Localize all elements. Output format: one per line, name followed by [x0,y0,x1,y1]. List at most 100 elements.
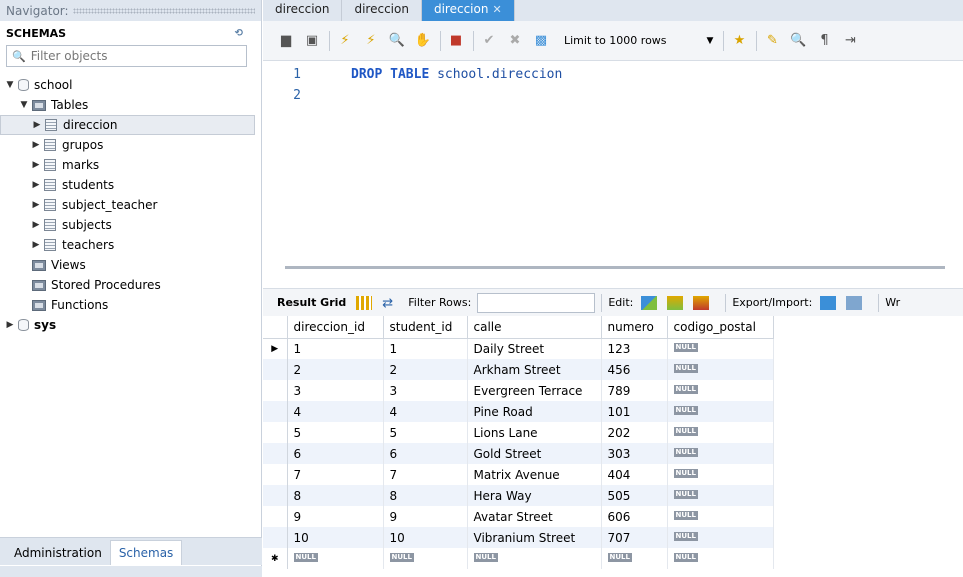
wrap-label[interactable]: Wr [885,296,900,309]
column-header[interactable]: student_id [383,316,468,339]
table-cell[interactable]: NULL [667,506,774,527]
expand-arrow-icon[interactable]: ▼ [4,80,16,90]
insert-row-icon[interactable] [667,295,684,310]
table-cell[interactable]: Arkham Street [467,359,602,380]
result-grid-label[interactable]: Result Grid [277,296,346,309]
table-cell[interactable]: 606 [601,506,668,527]
table-cell[interactable]: 123 [601,338,668,359]
expand-arrow-icon[interactable]: ▶ [30,220,42,230]
save-icon[interactable]: ▣ [303,32,321,50]
tree-node-sys[interactable]: ▶ sys [0,315,261,335]
table-cell[interactable]: NULL [383,548,468,569]
table-cell[interactable]: Hera Way [467,485,602,506]
wrap-icon[interactable]: ⇥ [841,32,859,50]
table-row[interactable]: 4 4 Pine Road 101 NULL [263,401,774,422]
expand-arrow-icon[interactable]: ▶ [30,240,42,250]
table-cell[interactable]: 10 [383,527,468,548]
table-cell[interactable]: NULL [287,548,384,569]
tab-administration[interactable]: Administration [6,541,110,565]
table-row[interactable]: 5 5 Lions Lane 202 NULL [263,422,774,443]
tree-node-table[interactable]: ▶ direccion [0,115,255,135]
table-cell[interactable]: 8 [383,485,468,506]
row-marker[interactable] [263,527,288,548]
table-cell[interactable]: 8 [287,485,384,506]
table-cell[interactable]: NULL [667,485,774,506]
table-cell[interactable]: 5 [383,422,468,443]
sql-editor[interactable]: 1 DROP TABLE school.direccion 2 [263,61,963,261]
close-icon[interactable]: ✕ [492,3,501,16]
result-grid[interactable]: direccion_id student_id calle numero cod… [263,316,963,577]
table-cell[interactable]: NULL [667,380,774,401]
tree-node-table[interactable]: ▶ teachers [0,235,261,255]
drag-handle[interactable] [72,7,255,14]
table-cell[interactable]: NULL [667,443,774,464]
rollback-icon[interactable]: ✖ [506,32,524,50]
editor-tab-active[interactable]: direccion ✕ [421,0,515,21]
table-cell[interactable]: 5 [287,422,384,443]
expand-arrow-icon[interactable]: ▶ [30,180,42,190]
table-cell[interactable]: Evergreen Terrace [467,380,602,401]
beautify-icon[interactable]: ✎ [763,32,781,50]
table-row[interactable]: 6 6 Gold Street 303 NULL [263,443,774,464]
row-marker[interactable] [263,464,288,485]
tree-node-procedures[interactable]: Stored Procedures [0,275,261,295]
explain-icon[interactable]: 🔍 [388,32,406,50]
table-row[interactable]: 7 7 Matrix Avenue 404 NULL [263,464,774,485]
column-header[interactable]: direccion_id [287,316,384,339]
new-row[interactable]: ✱ NULL NULL NULL NULL NULL [263,548,774,569]
table-cell[interactable]: NULL [667,401,774,422]
execute-current-icon[interactable]: ⚡ [362,32,380,50]
table-cell[interactable]: NULL [667,527,774,548]
table-row[interactable]: 9 9 Avatar Street 606 NULL [263,506,774,527]
table-cell[interactable]: 3 [287,380,384,401]
expand-arrow-icon[interactable]: ▶ [30,200,42,210]
row-marker[interactable] [263,422,288,443]
grid-view-icon[interactable] [356,295,373,310]
editor-tab[interactable]: direccion [263,0,343,21]
tree-node-table[interactable]: ▶ subjects [0,215,261,235]
table-cell[interactable]: NULL [601,548,668,569]
table-row[interactable]: 8 8 Hera Way 505 NULL [263,485,774,506]
table-cell[interactable]: 2 [287,359,384,380]
table-cell[interactable]: NULL [667,338,774,359]
table-cell[interactable]: 7 [287,464,384,485]
expand-arrow-icon[interactable]: ▼ [18,100,30,110]
tree-node-tables[interactable]: ▼ Tables [0,95,261,115]
table-cell[interactable]: 2 [383,359,468,380]
table-cell[interactable]: 505 [601,485,668,506]
table-cell[interactable]: 202 [601,422,668,443]
tree-node-views[interactable]: Views [0,255,261,275]
tree-node-table[interactable]: ▶ grupos [0,135,261,155]
panel-splitter[interactable] [285,266,945,269]
tree-node-table[interactable]: ▶ marks [0,155,261,175]
tree-node-functions[interactable]: Functions [0,295,261,315]
table-cell[interactable]: 9 [383,506,468,527]
table-cell[interactable]: 456 [601,359,668,380]
table-cell[interactable]: Matrix Avenue [467,464,602,485]
table-cell[interactable]: 3 [383,380,468,401]
expand-arrow-icon[interactable]: ▶ [31,120,43,130]
column-header[interactable]: numero [601,316,668,339]
table-cell[interactable]: 707 [601,527,668,548]
import-icon[interactable] [846,295,863,310]
expand-arrow-icon[interactable]: ▶ [30,160,42,170]
table-cell[interactable]: Lions Lane [467,422,602,443]
limit-rows-select[interactable]: Limit to 1000 rows ▼ [564,34,723,47]
table-row[interactable]: 10 10 Vibranium Street 707 NULL [263,527,774,548]
table-cell[interactable]: 4 [287,401,384,422]
table-cell[interactable]: Daily Street [467,338,602,359]
delete-row-icon[interactable] [693,295,710,310]
table-cell[interactable]: 303 [601,443,668,464]
column-header[interactable]: codigo_postal [667,316,774,339]
filter-rows-input[interactable] [477,292,596,313]
execute-icon[interactable]: ⚡ [336,32,354,50]
table-cell[interactable]: 1 [383,338,468,359]
tab-schemas[interactable]: Schemas [109,540,183,565]
row-marker[interactable] [263,506,288,527]
table-cell[interactable]: 404 [601,464,668,485]
row-marker[interactable]: ▶ [263,338,288,359]
table-cell[interactable]: 101 [601,401,668,422]
row-marker[interactable] [263,485,288,506]
invisible-chars-icon[interactable]: ¶ [815,32,833,50]
row-marker[interactable] [263,401,288,422]
